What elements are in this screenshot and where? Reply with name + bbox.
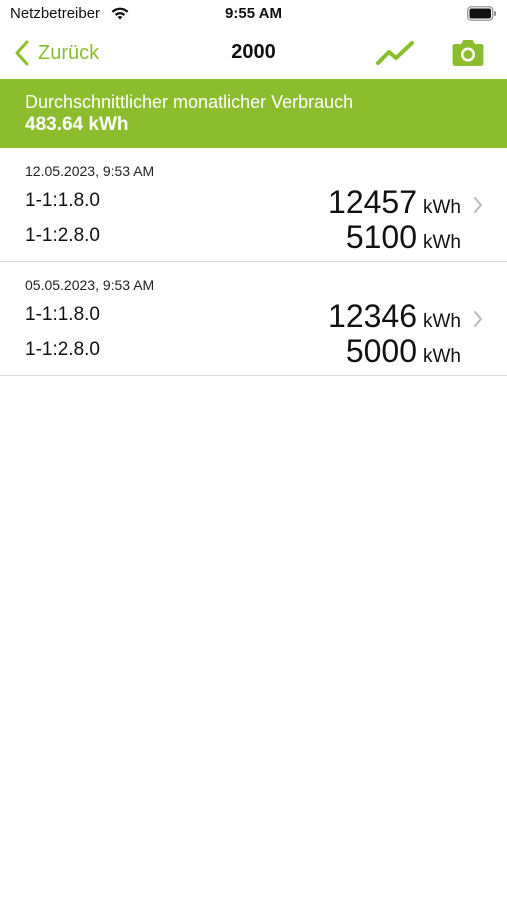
status-bar: Netzbetreiber 9:55 AM <box>0 0 507 30</box>
register-row: 1-1:2.8.0 5000 kWh <box>0 333 507 369</box>
average-consumption-label: Durchschnittlicher monatlicher Verbrauch <box>25 92 354 112</box>
camera-icon[interactable] <box>452 39 484 67</box>
chart-icon[interactable] <box>375 37 415 69</box>
obis-code: 1-1:1.8.0 <box>25 190 100 211</box>
obis-code: 1-1:2.8.0 <box>25 339 100 360</box>
meter-unit: kWh <box>423 311 461 332</box>
reading-row[interactable]: 12.05.2023, 9:53 AM 1-1:1.8.0 12457 kWh … <box>0 148 507 262</box>
average-consumption-banner: Durchschnittlicher monatlicher Verbrauch… <box>0 79 507 148</box>
register-row: 1-1:1.8.0 12346 kWh <box>0 298 507 334</box>
battery-icon <box>467 6 496 21</box>
chevron-right-icon <box>474 197 482 213</box>
chevron-right-icon <box>474 311 482 327</box>
register-row: 1-1:2.8.0 5100 kWh <box>0 219 507 255</box>
reading-row[interactable]: 05.05.2023, 9:53 AM 1-1:1.8.0 12346 kWh … <box>0 262 507 376</box>
meter-value: 5000 <box>345 333 417 369</box>
obis-code: 1-1:2.8.0 <box>25 225 100 246</box>
meter-unit: kWh <box>423 197 461 218</box>
back-label: Zurück <box>38 41 100 64</box>
reading-date: 12.05.2023, 9:53 AM <box>25 163 155 179</box>
back-button[interactable]: Zurück <box>14 38 99 68</box>
register-row: 1-1:1.8.0 12457 kWh <box>0 184 507 220</box>
meter-unit: kWh <box>423 346 461 367</box>
obis-code: 1-1:1.8.0 <box>25 304 100 325</box>
meter-unit: kWh <box>423 232 461 253</box>
reading-date: 05.05.2023, 9:53 AM <box>25 277 155 293</box>
average-consumption-value: 483.64 kWh <box>25 114 129 135</box>
meter-value: 12346 <box>328 298 417 334</box>
navigation-bar: Zurück 2000 <box>0 30 507 78</box>
readings-list: 12.05.2023, 9:53 AM 1-1:1.8.0 12457 kWh … <box>0 148 507 376</box>
meter-value: 12457 <box>328 184 417 220</box>
status-time: 9:55 AM <box>225 5 282 22</box>
chevron-left-icon <box>15 40 29 66</box>
meter-value: 5100 <box>345 219 417 255</box>
